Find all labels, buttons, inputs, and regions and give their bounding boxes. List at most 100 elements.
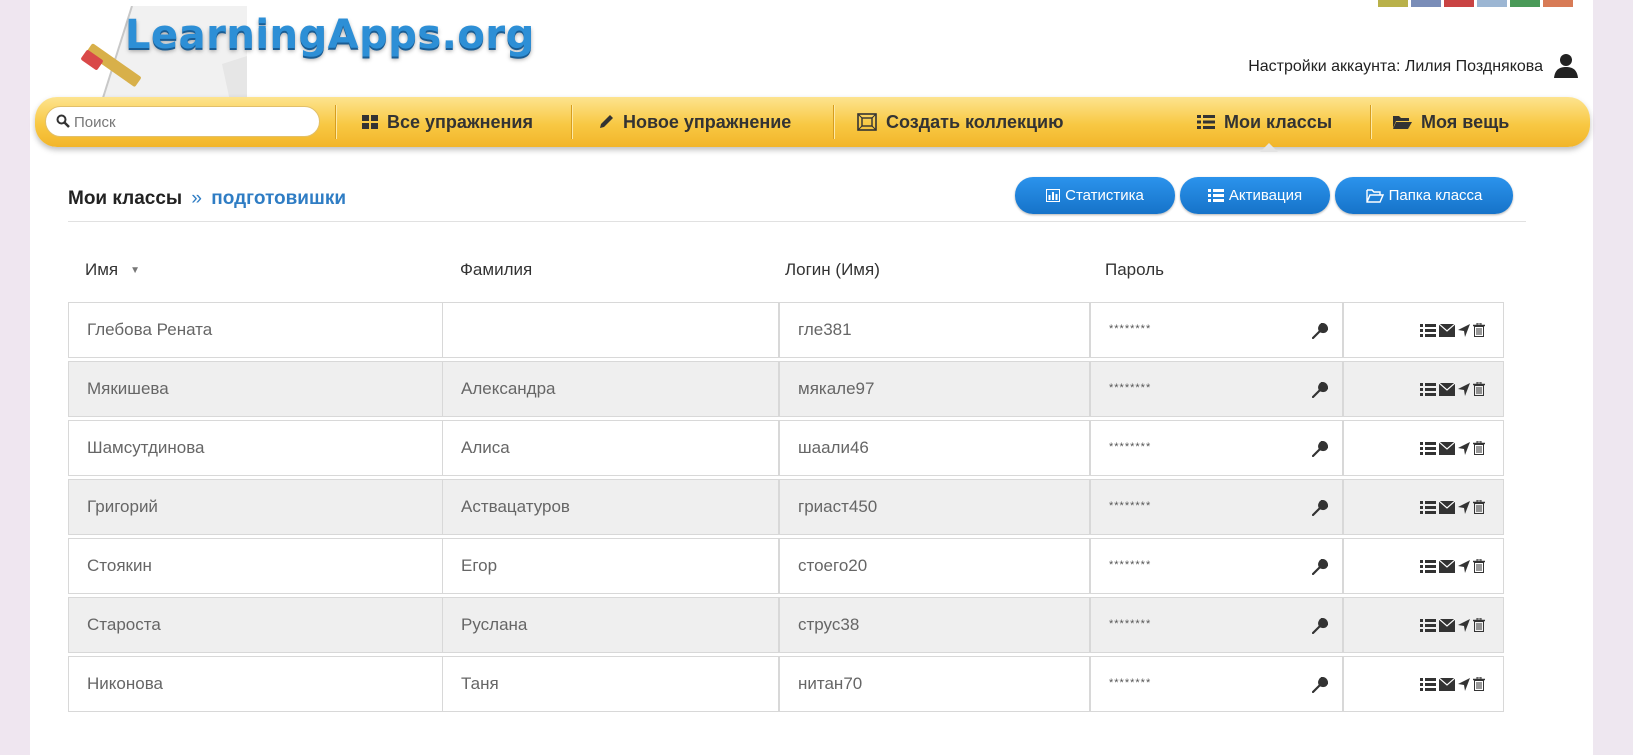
password-mask: ******** [1109, 559, 1152, 571]
class-folder-label: Папка класса [1388, 187, 1483, 204]
trash-icon[interactable] [1473, 559, 1485, 573]
trash-icon[interactable] [1473, 677, 1485, 691]
cell-first-name-text: Шамсутдинова [87, 438, 205, 457]
flag-icon[interactable] [1477, 0, 1507, 7]
bar-chart-icon [1046, 189, 1061, 202]
cell-first-name-text: Григорий [87, 497, 158, 516]
envelope-icon[interactable] [1439, 559, 1455, 573]
trash-icon[interactable] [1473, 441, 1485, 455]
envelope-icon[interactable] [1439, 677, 1455, 691]
trash-icon[interactable] [1473, 323, 1485, 337]
breadcrumb-current[interactable]: подготовишки [211, 188, 346, 209]
cell-first-name: Стоякин [68, 538, 443, 594]
active-tab-caret [1260, 143, 1278, 152]
sort-caret-icon[interactable]: ▼ [130, 265, 140, 276]
envelope-icon[interactable] [1439, 382, 1455, 396]
cell-first-name: Глебова Рената [68, 302, 443, 358]
envelope-icon[interactable] [1439, 323, 1455, 337]
cell-last-name-text: Егор [461, 556, 498, 575]
details-list-icon[interactable] [1420, 618, 1436, 632]
cell-actions [1343, 361, 1504, 417]
statistics-button[interactable]: Статистика [1015, 177, 1175, 214]
nav-new-exercise[interactable]: Новое упражнение [598, 97, 791, 147]
cell-password: ******** [1090, 656, 1343, 712]
cell-password: ******** [1090, 420, 1343, 476]
send-arrow-icon[interactable] [1458, 323, 1470, 337]
nav-label: Моя вещь [1421, 111, 1510, 132]
trash-icon[interactable] [1473, 382, 1485, 396]
nav-my-classes[interactable]: Мои классы [1197, 97, 1332, 147]
cell-first-name-text: Стоякин [87, 556, 152, 575]
details-list-icon[interactable] [1420, 677, 1436, 691]
send-arrow-icon[interactable] [1458, 559, 1470, 573]
wrench-icon[interactable] [1312, 618, 1328, 634]
list-icon [1207, 189, 1224, 202]
wrench-icon[interactable] [1312, 441, 1328, 457]
nav-label: Все упражнения [387, 111, 533, 132]
flag-icon[interactable] [1543, 0, 1573, 7]
cell-first-name: Мякишева [68, 361, 443, 417]
cell-login: шаали46 [779, 420, 1090, 476]
cell-last-name-text: Алиса [461, 438, 510, 457]
flag-icon[interactable] [1510, 0, 1540, 7]
breadcrumb-root[interactable]: Мои классы [68, 188, 182, 209]
cell-login-text: стоего20 [798, 556, 868, 575]
trash-icon[interactable] [1473, 618, 1485, 632]
cell-last-name [442, 302, 779, 358]
envelope-icon[interactable] [1439, 500, 1455, 514]
flag-icon[interactable] [1411, 0, 1441, 7]
details-list-icon[interactable] [1420, 441, 1436, 455]
table-row: Григорий Аствацатуров гриаст450 ******** [68, 479, 1504, 535]
account-settings-link[interactable]: Настройки аккаунта: Лилия Позднякова [1248, 58, 1543, 76]
nav-create-collection[interactable]: Создать коллекцию [857, 97, 1064, 147]
details-list-icon[interactable] [1420, 382, 1436, 396]
wrench-icon[interactable] [1312, 677, 1328, 693]
page-backdrop-left [0, 0, 30, 755]
flag-icon[interactable] [1444, 0, 1474, 7]
cell-first-name: Шамсутдинова [68, 420, 443, 476]
user-icon[interactable] [1553, 52, 1579, 78]
table-row: Шамсутдинова Алиса шаали46 ******** [68, 420, 1504, 476]
site-logo[interactable]: LearningApps.org [125, 12, 535, 58]
class-folder-button[interactable]: Папка класса [1335, 177, 1513, 214]
send-arrow-icon[interactable] [1458, 677, 1470, 691]
wrench-icon[interactable] [1312, 500, 1328, 516]
wrench-icon[interactable] [1312, 382, 1328, 398]
search-box[interactable] [45, 106, 320, 137]
send-arrow-icon[interactable] [1458, 382, 1470, 396]
cell-first-name-text: Мякишева [87, 379, 169, 398]
cell-login-text: гле381 [798, 320, 852, 339]
cell-last-name: Александра [442, 361, 779, 417]
cell-first-name-text: Никонова [87, 674, 163, 693]
nav-my-stuff[interactable]: Моя вещь [1392, 97, 1509, 147]
flag-icon[interactable] [1378, 0, 1408, 7]
details-list-icon[interactable] [1420, 323, 1436, 337]
cell-last-name-text: Руслана [461, 615, 528, 634]
send-arrow-icon[interactable] [1458, 500, 1470, 514]
nav-all-exercises[interactable]: Все упражнения [362, 97, 533, 147]
cell-first-name: Григорий [68, 479, 443, 535]
column-header-first-name[interactable]: Имя ▼ [85, 260, 140, 280]
cell-last-name: Таня [442, 656, 779, 712]
cell-last-name: Руслана [442, 597, 779, 653]
pencil-icon [600, 115, 613, 128]
search-input[interactable] [74, 112, 304, 132]
details-list-icon[interactable] [1420, 559, 1436, 573]
cell-password: ******** [1090, 479, 1343, 535]
cell-actions [1343, 302, 1504, 358]
envelope-icon[interactable] [1439, 618, 1455, 632]
send-arrow-icon[interactable] [1458, 618, 1470, 632]
cell-password: ******** [1090, 538, 1343, 594]
envelope-icon[interactable] [1439, 441, 1455, 455]
trash-icon[interactable] [1473, 500, 1485, 514]
wrench-icon[interactable] [1312, 323, 1328, 339]
table-row: Староста Руслана струс38 ******** [68, 597, 1504, 653]
folder-open-icon [1365, 188, 1384, 203]
language-flags[interactable] [1378, 0, 1573, 7]
send-arrow-icon[interactable] [1458, 441, 1470, 455]
details-list-icon[interactable] [1420, 500, 1436, 514]
activation-button[interactable]: Активация [1180, 177, 1330, 214]
wrench-icon[interactable] [1312, 559, 1328, 575]
breadcrumb: Мои классы » подготовишки [68, 188, 346, 210]
nav-label: Новое упражнение [623, 111, 792, 132]
